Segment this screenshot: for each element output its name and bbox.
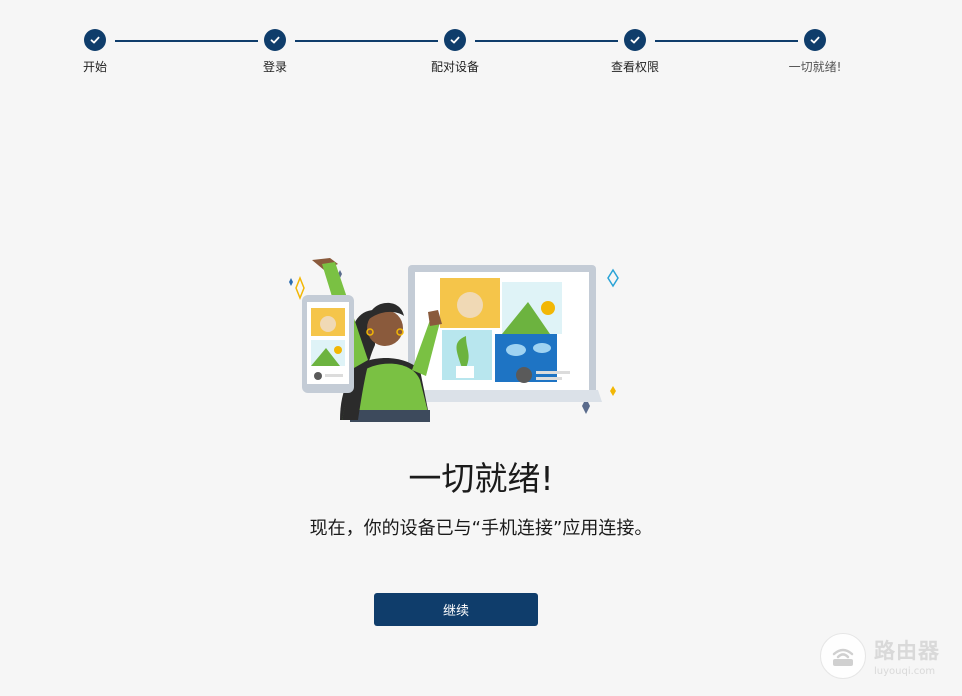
step-label: 配对设备 [430, 60, 479, 74]
step-login: 登录 [235, 29, 315, 75]
watermark: 路由器 luyouqi.com [820, 630, 960, 682]
checkmark-icon [84, 29, 106, 51]
checkmark-icon [804, 29, 826, 51]
page-title: 一切就绪! [408, 459, 554, 498]
page-subtitle: 现在，你的设备已与“手机连接”应用连接。 [309, 518, 653, 539]
router-logo-icon [820, 633, 866, 679]
checkmark-icon [624, 29, 646, 51]
step-pair-device: 配对设备 [415, 29, 495, 75]
step-review-permissions: 查看权限 [595, 29, 675, 75]
step-all-set: 一切就绪! [775, 29, 855, 75]
watermark-site: luyouqi.com [874, 666, 936, 677]
watermark-name: 路由器 [874, 639, 940, 663]
continue-button[interactable]: 继续 [374, 593, 538, 626]
phone-laptop-connected-illustration [280, 250, 630, 430]
step-label: 查看权限 [610, 60, 659, 74]
checkmark-icon [264, 29, 286, 51]
checkmark-icon [444, 29, 466, 51]
step-start: 开始 [55, 29, 135, 75]
setup-stepper: 开始 登录 配对设备 查看权限 一切就绪! [0, 0, 962, 90]
step-label: 一切就绪! [788, 60, 842, 74]
step-label: 登录 [262, 60, 287, 74]
step-label: 开始 [82, 60, 107, 74]
phone-link-setup-complete-page: 开始 登录 配对设备 查看权限 一切就绪! 一切就绪! 现在，你的设备已与“手机… [0, 0, 962, 696]
